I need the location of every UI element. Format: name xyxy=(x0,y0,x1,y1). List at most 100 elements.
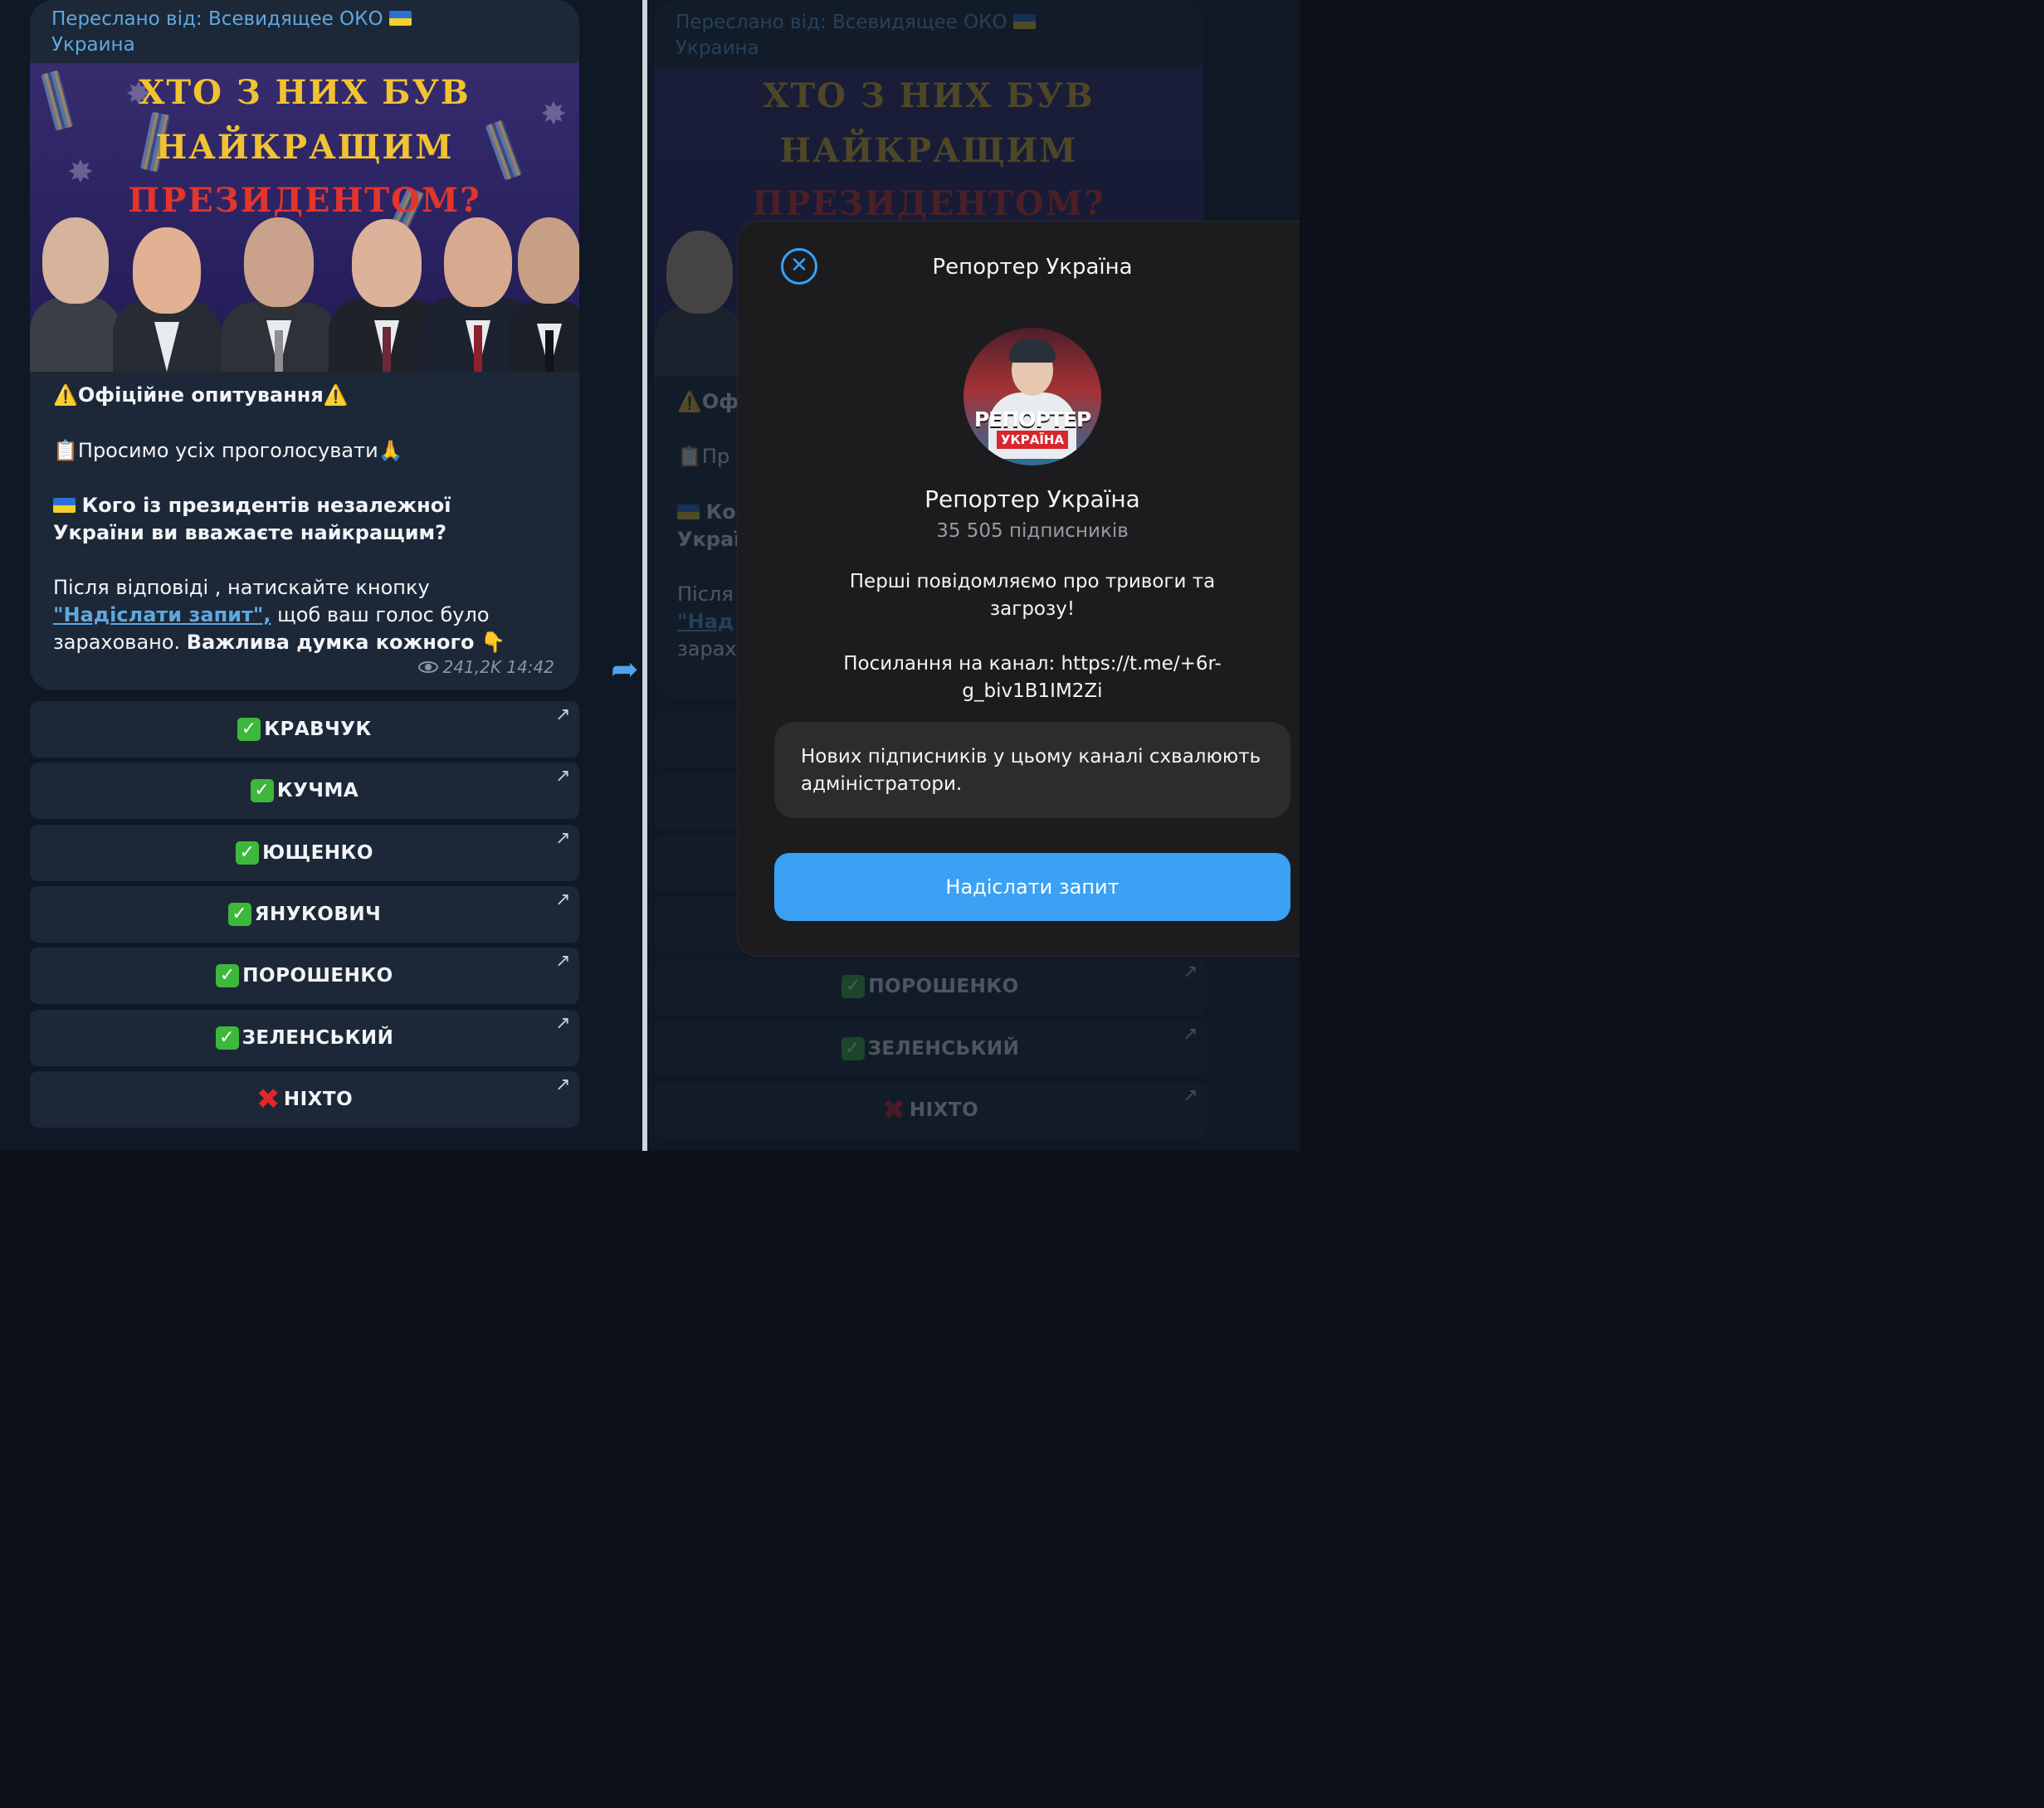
check-mark-icon: ✓ xyxy=(236,841,260,865)
poster-line1: ХТО З НИХ БУВ xyxy=(763,76,1095,115)
poll-option-button[interactable]: ✓ ЗЕЛЕНСЬКИЙ ↗ xyxy=(30,1009,579,1066)
channel-link-line1[interactable]: Посилання на канал: https://t.me/+6r- xyxy=(843,653,1222,675)
ukraine-flag-icon xyxy=(53,498,76,513)
channel-link-line2[interactable]: g_biv1B1IM2Zi xyxy=(962,680,1102,702)
external-link-icon: ↗ xyxy=(1183,1085,1198,1106)
instructions-block: Після відповіді , натискайте кнопку "Над… xyxy=(53,574,505,656)
check-mark-icon: ✓ xyxy=(841,1037,865,1060)
description-line1: Перші повідомляємо про тривоги та xyxy=(849,571,1216,592)
poll-option-label: КУЧМА xyxy=(276,780,359,802)
poll-option-label: ЯНУКОВИЧ xyxy=(254,903,382,925)
check-mark-icon: ✓ xyxy=(216,964,240,988)
poll-option-label: ЗЕЛЕНСЬКИЙ xyxy=(867,1038,1020,1060)
external-link-icon: ↗ xyxy=(555,951,571,972)
question-line1: Кого із президентів незалежної xyxy=(81,494,451,517)
official-poll-text: Офіційне опитування xyxy=(77,383,324,407)
message-time: 14:42 xyxy=(506,657,554,677)
poll-option-button[interactable]: ✓ КРАВЧУК ↗ xyxy=(30,701,579,758)
instructions-bold: Важлива думка кожного xyxy=(186,631,475,654)
poll-option-label: КРАВЧУК xyxy=(264,719,372,740)
poll-poster-image[interactable]: ✸ ✸ ✸ ХТО З НИХ БУВ НАЙКРАЩИМ ПРЕЗИДЕНТО… xyxy=(30,63,579,372)
poll-option-button[interactable]: ✓ ЮЩЕНКО ↗ xyxy=(30,824,579,881)
ask-peek: 📋Пр xyxy=(677,443,729,470)
avatar-logo-line1: РЕПОРТЕР xyxy=(973,407,1091,431)
check-mark-icon: ✓ xyxy=(227,902,251,926)
ask-peek-text: Пр xyxy=(701,445,730,468)
question-peek-line2: Украї xyxy=(677,528,741,551)
question-peek: Ко Украї xyxy=(677,499,740,553)
external-link-icon: ↗ xyxy=(555,766,571,787)
question-peek-line1: Ко xyxy=(705,500,736,524)
view-count: 241,2K xyxy=(442,657,501,677)
description-line2: загрозу! xyxy=(989,598,1076,620)
send-request-button[interactable]: Надіслати запит xyxy=(774,853,1290,921)
portrait-6 xyxy=(508,217,579,372)
poll-option-label: НІХТО xyxy=(909,1099,979,1121)
poll-option-button[interactable]: ✖ НІХТО ↗ xyxy=(30,1070,579,1128)
external-link-icon: ↗ xyxy=(1183,1024,1198,1045)
instructions-peek-line3: зарах xyxy=(677,637,737,660)
external-link-icon: ↗ xyxy=(1183,962,1198,982)
check-mark-icon: ✓ xyxy=(237,718,261,741)
cross-mark-icon: ✖ xyxy=(256,1082,281,1116)
poster-line1: ХТО З НИХ БУВ xyxy=(139,73,471,112)
chat-panel-left: Переслано від: Всевидящее ОКО Украина ✸ … xyxy=(0,0,642,1151)
warning-icon: ⚠️ xyxy=(677,390,702,413)
external-link-icon: ↗ xyxy=(555,889,571,910)
subscriber-count: 35 505 підписників xyxy=(936,520,1129,542)
forwarded-source-line2: Украина xyxy=(676,37,759,59)
instructions-line2: щоб ваш голос було xyxy=(271,603,490,626)
share-icon[interactable]: ➦ xyxy=(611,651,639,689)
warning-icon: ⚠️ xyxy=(323,383,349,407)
ask-line: 📋Просимо усіх проголосувати🙏 xyxy=(53,437,403,465)
forwarded-source: Всевидящее ОКО xyxy=(832,12,1007,33)
poll-option-button[interactable]: ✓ КУЧМА ↗ xyxy=(30,763,579,820)
ukraine-flag-icon xyxy=(677,504,700,519)
sheet-title: Репортер Україна xyxy=(932,255,1133,280)
poll-option-label: ПОРОШЕНКО xyxy=(868,976,1019,997)
send-request-link[interactable]: "Надіслати запит", xyxy=(53,603,271,626)
poster-line2: НАЙКРАЩИМ xyxy=(779,131,1078,170)
check-mark-icon: ✓ xyxy=(842,975,866,998)
poll-option-button[interactable]: ✓ ПОРОШЕНКО ↗ xyxy=(654,958,1207,1015)
official-peek-text: Оф xyxy=(701,390,739,413)
question-block: Кого із президентів незалежної України в… xyxy=(53,492,451,547)
forwarded-header-dimmed: Переслано від: Всевидящее ОКО Украина xyxy=(676,10,1190,61)
official-poll-line: ⚠️Офіційне опитування⚠️ xyxy=(53,382,349,409)
ukraine-flag-icon xyxy=(388,11,412,26)
channel-join-sheet: ✕ Репортер Україна РЕПОРТЕР УКРАЇНА Репо… xyxy=(737,221,1300,957)
clipboard-icon: 📋 xyxy=(53,439,78,462)
message-meta: 241,2K 14:42 xyxy=(417,657,554,677)
instructions-line3: зараховано. xyxy=(53,631,187,654)
eye-icon xyxy=(417,661,438,673)
message-bubble: Переслано від: Всевидящее ОКО Украина ✸ … xyxy=(30,0,579,690)
admin-approval-note: Нових підписників у цьому каналі схвалюю… xyxy=(774,722,1290,818)
instructions-line1: Після відповіді , натискайте кнопку xyxy=(53,576,430,599)
poll-option-button[interactable]: ✖ НІХТО ↗ xyxy=(654,1082,1207,1138)
external-link-icon: ↗ xyxy=(555,1012,571,1034)
question-line2: України ви вважаєте найкращим? xyxy=(53,521,447,544)
poll-option-label: НІХТО xyxy=(283,1088,354,1110)
poll-option-button[interactable]: ✓ ПОРОШЕНКО ↗ xyxy=(30,948,579,1005)
avatar-logo-line2: УКРАЇНА xyxy=(997,431,1068,449)
portrait-1 xyxy=(30,214,121,372)
forwarded-source[interactable]: Всевидящее ОКО xyxy=(208,8,383,30)
forwarded-header[interactable]: Переслано від: Всевидящее ОКО Украина xyxy=(51,7,566,58)
poll-option-button[interactable]: ✓ ЗЕЛЕНСЬКИЙ ↗ xyxy=(654,1021,1207,1077)
forwarded-prefix: Переслано від: xyxy=(676,12,827,33)
channel-name: Репортер Україна xyxy=(924,485,1140,513)
chat-panel-right: Переслано від: Всевидящее ОКО Украина ХТ… xyxy=(647,0,1300,1151)
external-link-icon: ↗ xyxy=(555,827,571,849)
portrait-1 xyxy=(654,227,745,377)
clipboard-icon: 📋 xyxy=(677,445,702,468)
forwarded-prefix: Переслано від: xyxy=(51,8,202,30)
poll-option-label: ПОРОШЕНКО xyxy=(242,965,393,987)
portrait-2 xyxy=(113,222,221,372)
forwarded-source-line2[interactable]: Украина xyxy=(51,34,135,56)
portrait-3 xyxy=(221,217,337,372)
poll-option-button[interactable]: ✓ ЯНУКОВИЧ ↗ xyxy=(30,885,579,943)
channel-description: Перші повідомляємо про тривоги та загроз… xyxy=(804,568,1261,705)
check-mark-icon: ✓ xyxy=(250,779,274,803)
poll-option-label: ЗЕЛЕНСЬКИЙ xyxy=(241,1026,394,1049)
ask-text: Просимо усіх проголосувати xyxy=(77,439,378,462)
